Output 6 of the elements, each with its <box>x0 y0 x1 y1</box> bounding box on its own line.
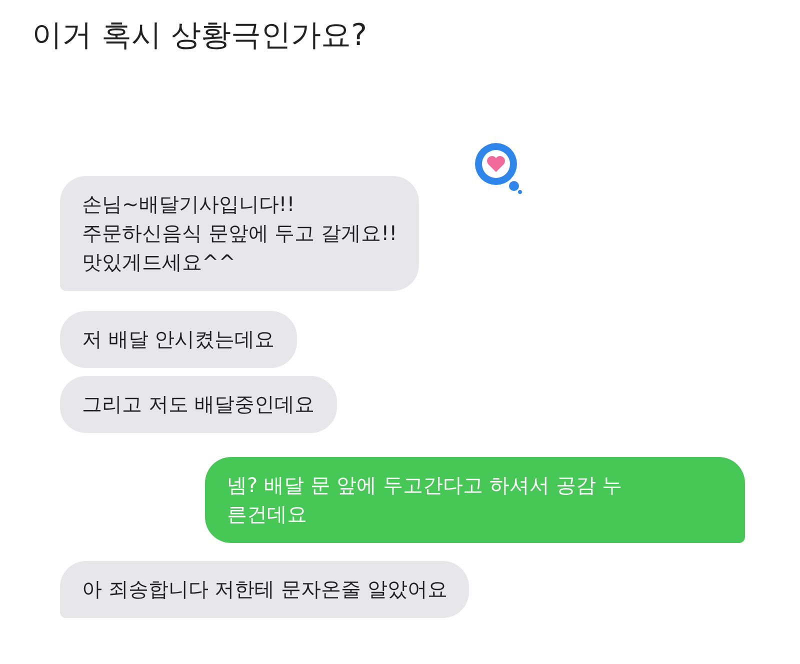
received-message-bubble: 그리고 저도 배달중인데요 <box>60 376 337 433</box>
received-message-bubble: 아 죄송합니다 저한테 문자온줄 알았어요 <box>60 561 470 618</box>
received-message-bubble: 손님~배달기사입니다!! 주문하신음식 문앞에 두고 갈게요!! 맛있게드세요^^ <box>60 176 420 291</box>
sent-message-bubble: 넴? 배달 문 앞에 두고간다고 하셔서 공감 누 른건데요 <box>205 457 745 543</box>
received-message-bubble: 저 배달 안시켰는데요 <box>60 311 297 368</box>
post-title: 이거 혹시 상황극인가요? <box>31 17 368 55</box>
